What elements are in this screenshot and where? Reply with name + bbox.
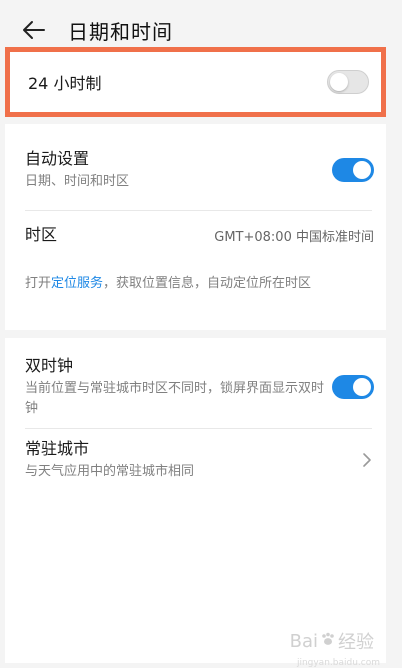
setting-home-city-text: 常驻城市 与天气应用中的常驻城市相同	[25, 438, 194, 482]
toggle-24-hour[interactable]	[327, 70, 369, 94]
toggle-knob	[353, 161, 371, 179]
setting-dual-clock-text: 双时钟 当前位置与常驻城市时区不同时，锁屏界面显示双时钟	[25, 355, 325, 419]
toggle-knob	[353, 378, 371, 396]
divider	[25, 428, 372, 429]
arrow-left-icon	[23, 21, 45, 39]
setting-home-city-subtitle: 与天气应用中的常驻城市相同	[25, 464, 195, 479]
location-note-suffix: ，获取位置信息，自动定位所在时区	[103, 276, 312, 291]
setting-auto-subtitle: 日期、时间和时区	[25, 174, 130, 189]
location-note-prefix: 打开	[25, 276, 52, 291]
setting-home-city[interactable]: 常驻城市 与天气应用中的常驻城市相同	[5, 432, 386, 488]
setting-dual-clock[interactable]: 双时钟 当前位置与常驻城市时区不同时，锁屏界面显示双时钟	[5, 348, 386, 426]
watermark-brand-b: 经验	[338, 632, 374, 653]
page-title: 日期和时间	[68, 19, 173, 44]
settings-card-auto: 自动设置 日期、时间和时区 时区 GMT+08:00 中国标准时间 打开定位服务…	[5, 124, 386, 330]
back-button[interactable]	[22, 15, 52, 45]
location-service-link[interactable]: 定位服务	[51, 276, 103, 291]
toggle-auto[interactable]	[332, 158, 374, 182]
setting-timezone-value: GMT+08:00 中国标准时间	[214, 229, 374, 245]
setting-dual-clock-title: 双时钟	[25, 356, 74, 375]
setting-auto-text: 自动设置 日期、时间和时区	[25, 148, 129, 192]
watermark-url: jingyan.baidu.com	[296, 658, 380, 668]
paw-icon	[320, 631, 336, 652]
setting-24-hour[interactable]: 24 小时制	[10, 52, 381, 112]
setting-auto-title: 自动设置	[25, 149, 90, 168]
toggle-knob	[330, 73, 348, 91]
setting-timezone[interactable]: 时区 GMT+08:00 中国标准时间	[5, 212, 386, 258]
watermark: Bai 经验	[290, 628, 374, 654]
setting-dual-clock-subtitle: 当前位置与常驻城市时区不同时，锁屏界面显示双时钟	[25, 381, 325, 416]
setting-timezone-title: 时区	[25, 225, 58, 244]
settings-card-clock: 双时钟 当前位置与常驻城市时区不同时，锁屏界面显示双时钟 常驻城市 与天气应用中…	[5, 338, 386, 663]
highlight-frame: 24 小时制	[5, 47, 386, 117]
toggle-dual-clock[interactable]	[332, 375, 374, 399]
chevron-right-icon	[360, 451, 374, 469]
setting-auto[interactable]: 自动设置 日期、时间和时区	[5, 142, 386, 198]
setting-24-hour-label: 24 小时制	[28, 74, 102, 93]
setting-home-city-title: 常驻城市	[25, 439, 90, 458]
location-note: 打开定位服务，获取位置信息，自动定位所在时区	[25, 272, 368, 296]
divider	[25, 210, 372, 211]
watermark-brand-a: Bai	[289, 630, 318, 652]
